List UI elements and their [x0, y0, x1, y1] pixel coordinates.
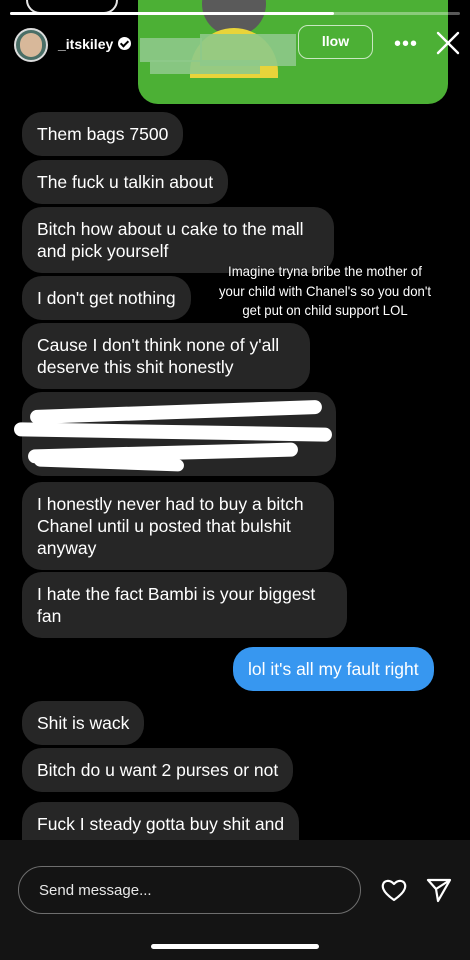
follow-button[interactable]: llow — [298, 25, 373, 59]
close-icon[interactable] — [435, 30, 461, 56]
story-caption: Imagine tryna bribe the mother of your c… — [218, 263, 432, 318]
story-username[interactable]: _itskiley — [58, 36, 113, 52]
pixelated-blur — [150, 60, 260, 74]
message-bubble: Cause I don't think none of y'all deserv… — [22, 323, 310, 389]
message-bubble: Bitch do u want 2 purses or not — [22, 748, 294, 792]
message-bubble: I honestly never had to buy a bitch Chan… — [22, 482, 334, 570]
verified-icon — [118, 37, 131, 50]
message-bubble: I hate the fact Bambi is your biggest fa… — [22, 572, 347, 638]
pixelated-blur — [140, 38, 202, 62]
heart-icon[interactable] — [380, 876, 408, 904]
avatar[interactable] — [14, 28, 48, 62]
more-icon[interactable]: ••• — [394, 33, 418, 56]
story-progress-fill — [10, 12, 334, 15]
message-bubble: I don't get nothing — [22, 276, 191, 320]
send-message-input[interactable] — [18, 866, 361, 914]
send-icon[interactable] — [425, 876, 453, 904]
avatar-image — [20, 33, 42, 57]
message-bubble: Shit is wack — [22, 701, 145, 745]
message-bubble: Them bags 7500 — [22, 112, 184, 156]
story-progress-bar — [10, 12, 460, 15]
home-indicator — [151, 944, 319, 949]
message-bubble-sent: lol it's all my fault right — [233, 647, 434, 691]
message-bubble: The fuck u talkin about — [22, 160, 229, 204]
